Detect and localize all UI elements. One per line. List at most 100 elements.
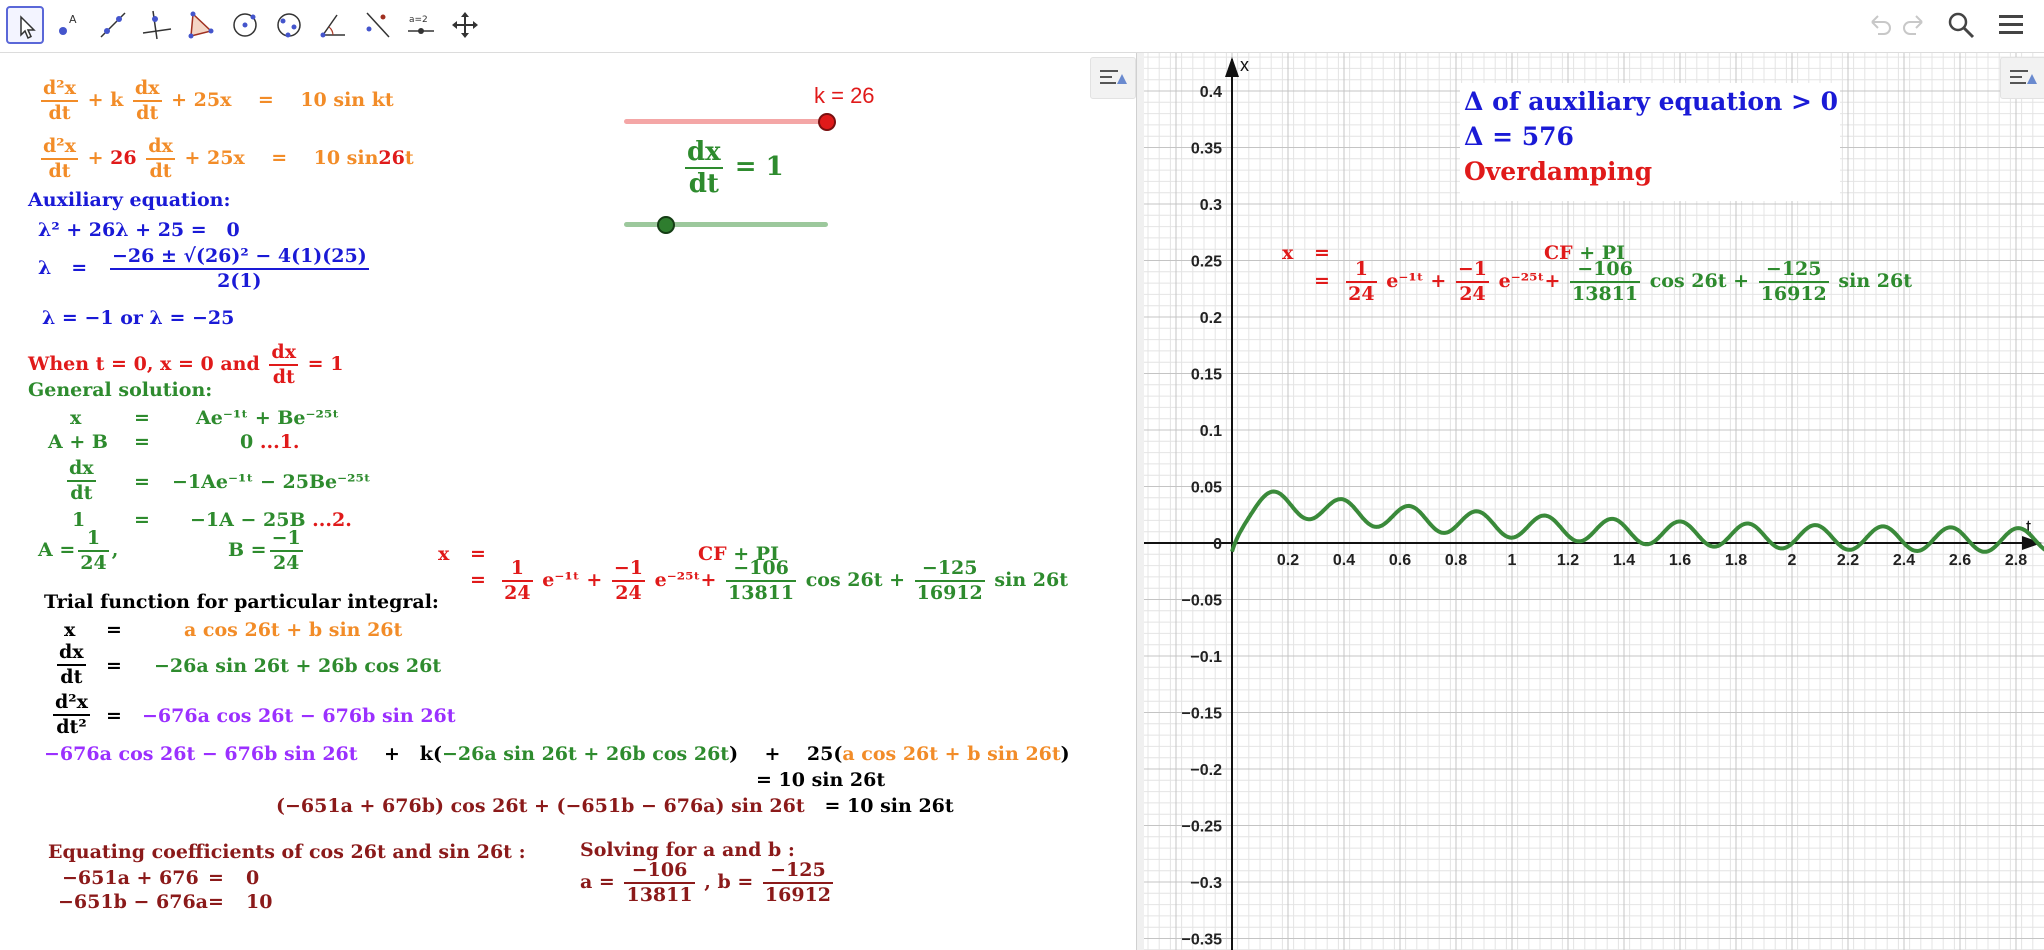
g1-rhs: Ae⁻¹ᵗ + Be⁻²⁵ᵗ <box>196 407 340 429</box>
x-tick-label: 2.4 <box>1893 552 1915 569</box>
t3-eq: = <box>106 705 122 727</box>
move-arrows-icon <box>452 12 478 38</box>
y-tick-label: 0.05 <box>1191 480 1222 497</box>
t1-lhs: x <box>64 619 76 641</box>
graph-x-lhs: x <box>1282 242 1294 264</box>
undo-button[interactable] <box>1864 10 1894 44</box>
x-tick-label: 1.4 <box>1613 552 1635 569</box>
line-icon <box>100 12 126 38</box>
move-tool-button[interactable] <box>6 6 44 44</box>
slider-velocity-handle[interactable] <box>657 216 675 234</box>
y-tick-label: 0.2 <box>1200 310 1222 327</box>
slider-k-track[interactable] <box>624 119 828 124</box>
graphics-style-bar-button[interactable] <box>2000 57 2044 99</box>
roots: λ = −1 or λ = −25 <box>42 307 235 329</box>
g3-eq: = <box>134 471 150 493</box>
y-tick-label: −0.2 <box>1190 762 1222 779</box>
graphics-view[interactable]: t x 0.2 0.4 0.6 0.8 1 1.2 1.4 1.6 1.8 2 2.2 2.4 2.6 2.8… <box>1144 53 2044 950</box>
eqc1-lhs: −651a + 676 <box>62 867 199 889</box>
move-graphics-tool-button[interactable] <box>446 6 484 44</box>
discriminant-info-box: Δ of auxiliary equation > 0 Δ = 576 Over… <box>1460 83 1840 201</box>
y-tick-label: 0.3 <box>1200 197 1222 214</box>
reflect-tool-button[interactable] <box>358 6 396 44</box>
y-tick-label: 0 <box>1213 536 1222 553</box>
x-tick-label: 1.6 <box>1669 552 1691 569</box>
y-tick-label: −0.35 <box>1182 932 1223 949</box>
ode-specific: d²x dt + 26 dx dt + 25x = 10 sin26t <box>41 135 414 182</box>
equating-title: Equating coefficients of cos 26t and sin… <box>48 841 526 863</box>
t1-eq: = <box>106 619 122 641</box>
algebra-style-bar-button[interactable] <box>1090 57 1136 99</box>
discriminant-value: Δ = 576 <box>1464 122 1574 151</box>
angle-icon <box>320 14 345 38</box>
angle-tool-button[interactable] <box>314 6 352 44</box>
x-lhs: x <box>438 543 450 565</box>
g4-eq: = <box>134 509 150 531</box>
circle-three-points-tool-button[interactable] <box>270 6 308 44</box>
slider-icon: a=2 <box>408 15 434 34</box>
solving-result: a = −106 13811 , b = −125 16912 <box>580 859 834 906</box>
g2-rhs: 0 ...1. <box>240 431 300 453</box>
circle-three-points-icon <box>277 13 301 38</box>
perpendicular-line-tool-button[interactable] <box>138 6 176 44</box>
slider-k-label: k = 26 <box>814 83 875 108</box>
y-tick-label: 0.25 <box>1191 254 1222 271</box>
y-tick-label: −0.3 <box>1190 875 1222 892</box>
x-tick-label: 2 <box>1788 552 1797 569</box>
x-tick-label: 2.2 <box>1837 552 1859 569</box>
undo-icon <box>1871 15 1891 35</box>
x-tick-label: 1.8 <box>1725 552 1747 569</box>
slider-velocity-label: dx dt = 1 <box>685 137 784 199</box>
collected-terms: (−651a + 676b) cos 26t + (−651b − 676a) … <box>276 795 954 817</box>
graph-x-full-solution: = 1 24 e⁻¹ᵗ + −1 24 e⁻²⁵ᵗ+ −106 13811 cos 2… <box>1314 258 1912 305</box>
constant-B: B = −1 24 <box>228 527 303 574</box>
trial-title: Trial function for particular integral: <box>44 591 439 613</box>
x-axis-label: x <box>1240 55 1249 75</box>
style-bar-icon <box>1100 70 1127 84</box>
substitution-rhs: = 10 sin 26t <box>756 769 886 791</box>
x-tick-label: 1.2 <box>1557 552 1579 569</box>
point-icon: A <box>59 13 77 35</box>
x-tick-label: 0.4 <box>1333 552 1355 569</box>
eqc2-eq: = <box>208 891 224 913</box>
point-tool-button[interactable]: A <box>50 6 88 44</box>
slider-k-handle[interactable] <box>818 113 836 131</box>
y-tick-label: −0.15 <box>1182 706 1223 723</box>
auxiliary-equation: λ² + 26λ + 25 = 0 <box>38 219 240 241</box>
slider-velocity-track[interactable] <box>624 222 828 227</box>
x-tick-label: 1 <box>1508 552 1517 569</box>
g4-lhs: 1 <box>72 509 86 531</box>
g2-eq: = <box>134 431 150 453</box>
t3-lhs: d²x dt² <box>53 691 90 738</box>
ode-general: d²x dt + k dx dt + 25x = 10 sin kt <box>41 77 394 124</box>
menu-button[interactable] <box>1996 10 2026 44</box>
x-full-solution: = 1 24 e⁻¹ᵗ + −1 24 e⁻²⁵ᵗ+ −106 13811 cos 2… <box>470 557 1068 604</box>
auxiliary-title: Auxiliary equation: <box>28 189 231 211</box>
t1-rhs: a cos 26t + b sin 26t <box>184 619 403 641</box>
g3-lhs: dx dt <box>67 457 96 504</box>
eqc2-rhs: 10 <box>246 891 273 913</box>
circle-center-tool-button[interactable] <box>226 6 264 44</box>
x-tick-label: 0.6 <box>1389 552 1411 569</box>
quadratic-formula: λ = −26 ± √(26)² − 4(1)(25) 2(1) <box>38 245 369 292</box>
style-bar-icon <box>2010 70 2037 84</box>
cursor-icon <box>20 15 36 40</box>
polygon-tool-button[interactable] <box>182 6 220 44</box>
t2-rhs: −26a sin 26t + 26b cos 26t <box>154 655 442 677</box>
x-axis-arrow <box>1225 57 1239 77</box>
eqc1-rhs: 0 <box>246 867 260 889</box>
slider-tool-button[interactable]: a=2 <box>402 6 440 44</box>
redo-button[interactable] <box>1900 10 1930 44</box>
x-tick-label: 0.8 <box>1445 552 1467 569</box>
toolbar: A a=2 <box>0 0 2044 53</box>
hamburger-menu-icon <box>1999 15 2023 34</box>
line-tool-button[interactable] <box>94 6 132 44</box>
x-tick-label: 2.6 <box>1949 552 1971 569</box>
eqc1-eq: = <box>208 867 224 889</box>
substitution: −676a cos 26t − 676b sin 26t + k(−26a si… <box>44 743 1070 765</box>
g4-rhs: −1A − 25B ...2. <box>190 509 352 531</box>
eqc2-lhs: −651b − 676a <box>58 891 208 913</box>
y-tick-label: −0.1 <box>1190 649 1222 666</box>
search-button[interactable] <box>1946 10 1976 44</box>
y-tick-label: −0.05 <box>1182 593 1223 610</box>
